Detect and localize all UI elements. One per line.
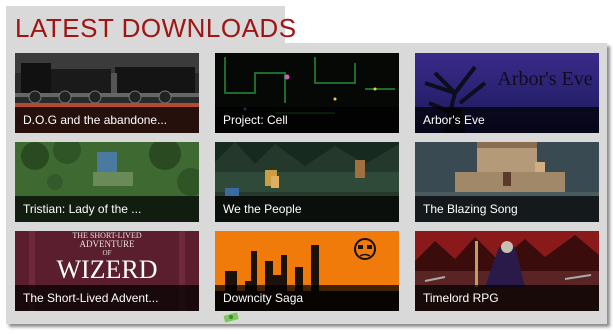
tile-caption: The Short-Lived Advent... <box>15 285 199 311</box>
download-tile-dog[interactable]: D.O.G and the abandone... <box>15 53 199 133</box>
tile-caption: D.O.G and the abandone... <box>15 107 199 133</box>
download-title: Timelord RPG <box>423 291 499 305</box>
download-title: Downcity Saga <box>223 291 304 305</box>
art-title-line: WIZERD <box>56 255 157 284</box>
cash-icon <box>223 312 239 323</box>
art-title-line: Arbor's Eve <box>497 68 592 90</box>
tile-caption: Tristian: Lady of the ... <box>15 196 199 222</box>
downloads-panel: D.O.G and the abandone... Project: Cell … <box>6 43 607 324</box>
download-tile-blazing-song[interactable]: The Blazing Song <box>415 142 599 222</box>
download-tile-timelord-rpg[interactable]: Timelord RPG <box>415 231 599 311</box>
download-title: Tristian: Lady of the ... <box>23 202 142 216</box>
download-title: The Short-Lived Advent... <box>23 291 159 305</box>
tile-caption: We the People <box>215 196 399 222</box>
download-title: Project: Cell <box>223 113 288 127</box>
tile-caption: Arbor's Eve <box>415 107 599 133</box>
tile-caption: Project: Cell <box>215 107 399 133</box>
download-tile-arbors-eve[interactable]: Arbor's Eve Arbor's Eve <box>415 53 599 133</box>
tile-caption: Timelord RPG <box>415 285 599 311</box>
tile-caption: Downcity Saga <box>215 285 399 311</box>
download-title: We the People <box>223 202 302 216</box>
download-tile-short-lived-adventure[interactable]: THE SHORT-LIVED ADVENTURE OF WIZERD The … <box>15 231 199 311</box>
download-title: D.O.G and the abandone... <box>23 113 168 127</box>
section-tab: LATEST DOWNLOADS <box>6 6 296 46</box>
download-tile-tristian[interactable]: Tristian: Lady of the ... <box>15 142 199 222</box>
download-title: The Blazing Song <box>423 202 518 216</box>
section-title: LATEST DOWNLOADS <box>15 13 297 43</box>
download-tile-we-the-people[interactable]: We the People <box>215 142 399 222</box>
tile-caption: The Blazing Song <box>415 196 599 222</box>
art-title-line: ADVENTURE <box>80 239 135 249</box>
download-tile-project-cell[interactable]: Project: Cell <box>215 53 399 133</box>
download-tile-downcity-saga[interactable]: Downcity Saga <box>215 231 399 311</box>
download-title: Arbor's Eve <box>423 113 485 127</box>
